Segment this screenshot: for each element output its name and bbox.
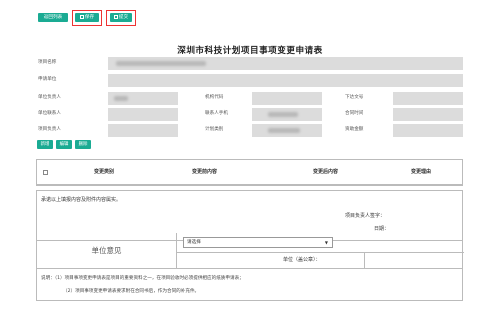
row-action-bar: 新增 编辑 删除 xyxy=(37,140,107,149)
opinion-divider xyxy=(177,252,464,253)
submit-highlight-box xyxy=(106,10,136,26)
unit-opinion-label: 单位意见 xyxy=(37,233,177,269)
select-all-checkbox[interactable] xyxy=(43,170,48,175)
dropdown-arrow-icon: ▼ xyxy=(324,240,328,245)
project-leader-field[interactable] xyxy=(108,124,178,137)
unit-opinion-box: 单位意见 请选择 ▼ 单位（盖公章）： xyxy=(36,233,464,269)
notes-box: 说明：（1）项目事项变更申请表是项目的重要资料之一，在项目验收时必须提供相应的纸… xyxy=(36,269,463,301)
redacted-text xyxy=(114,96,128,101)
plan-category-label: 计划类别 xyxy=(205,127,224,132)
change-table: 变更类别 变更前内容 变更后内容 变更理由 xyxy=(36,159,463,186)
unit-seal-label: 单位（盖公章）： xyxy=(283,257,321,263)
edit-row-button[interactable]: 编辑 xyxy=(56,140,72,149)
back-to-list-button[interactable]: 返回列表 xyxy=(38,13,68,22)
delete-row-button[interactable]: 删除 xyxy=(75,140,91,149)
unit-opinion-select-value: 请选择 xyxy=(187,240,201,245)
applicant-unit-field[interactable] xyxy=(108,74,463,87)
note-line-2: （2）项目事项变更申请表要求附在合同书后，作为合同的补充件。 xyxy=(63,289,200,294)
column-header-after: 变更后内容 xyxy=(313,169,339,175)
contact-phone-field[interactable] xyxy=(252,108,322,121)
redacted-text xyxy=(268,128,300,133)
issue-number-field[interactable] xyxy=(393,92,463,105)
note-line-1: 说明：（1）项目事项变更申请表是项目的重要资料之一，在项目验收时必须提供相应的纸… xyxy=(41,276,244,281)
contact-phone-label: 联系人手机 xyxy=(205,111,228,116)
unit-opinion-select[interactable]: 请选择 ▼ xyxy=(183,237,333,248)
unit-contact-field[interactable] xyxy=(108,108,178,121)
project-name-label: 项目名称 xyxy=(38,60,57,65)
redacted-text xyxy=(268,112,298,117)
seal-divider xyxy=(364,252,365,269)
form-title: 深圳市科技计划项目事项变更申请表 xyxy=(177,46,323,56)
save-highlight-box xyxy=(72,10,102,26)
org-code-field[interactable] xyxy=(252,92,322,105)
date-label: 日期： xyxy=(374,226,390,232)
unit-leader-field[interactable] xyxy=(108,92,178,105)
plan-category-field[interactable] xyxy=(252,124,322,137)
unit-contact-label: 单位联系人 xyxy=(38,111,61,116)
column-header-before: 变更前内容 xyxy=(192,169,218,175)
column-header-change-type: 变更类别 xyxy=(94,169,115,175)
funding-amount-label: 资助金额 xyxy=(345,127,364,132)
applicant-unit-label: 申请单位 xyxy=(38,77,57,82)
leader-signature-label: 项目负责人签字： xyxy=(345,213,386,219)
column-header-reason: 变更理由 xyxy=(411,169,432,175)
unit-leader-label: 单位负责人 xyxy=(38,95,61,100)
redacted-text xyxy=(116,61,206,66)
org-code-label: 机构代码 xyxy=(205,95,224,100)
project-leader-label: 项目负责人 xyxy=(38,127,61,132)
funding-amount-field[interactable] xyxy=(393,124,463,137)
project-name-field[interactable] xyxy=(108,57,463,70)
issue-number-label: 下达文号 xyxy=(345,95,364,100)
contract-date-field[interactable] xyxy=(393,108,463,121)
change-table-header: 变更类别 变更前内容 变更后内容 变更理由 xyxy=(37,160,462,185)
add-row-button[interactable]: 新增 xyxy=(37,140,53,149)
declaration-text: 承诺以上填报内容及附件内容属实。 xyxy=(41,197,122,203)
contract-date-label: 合同时间 xyxy=(345,111,364,116)
